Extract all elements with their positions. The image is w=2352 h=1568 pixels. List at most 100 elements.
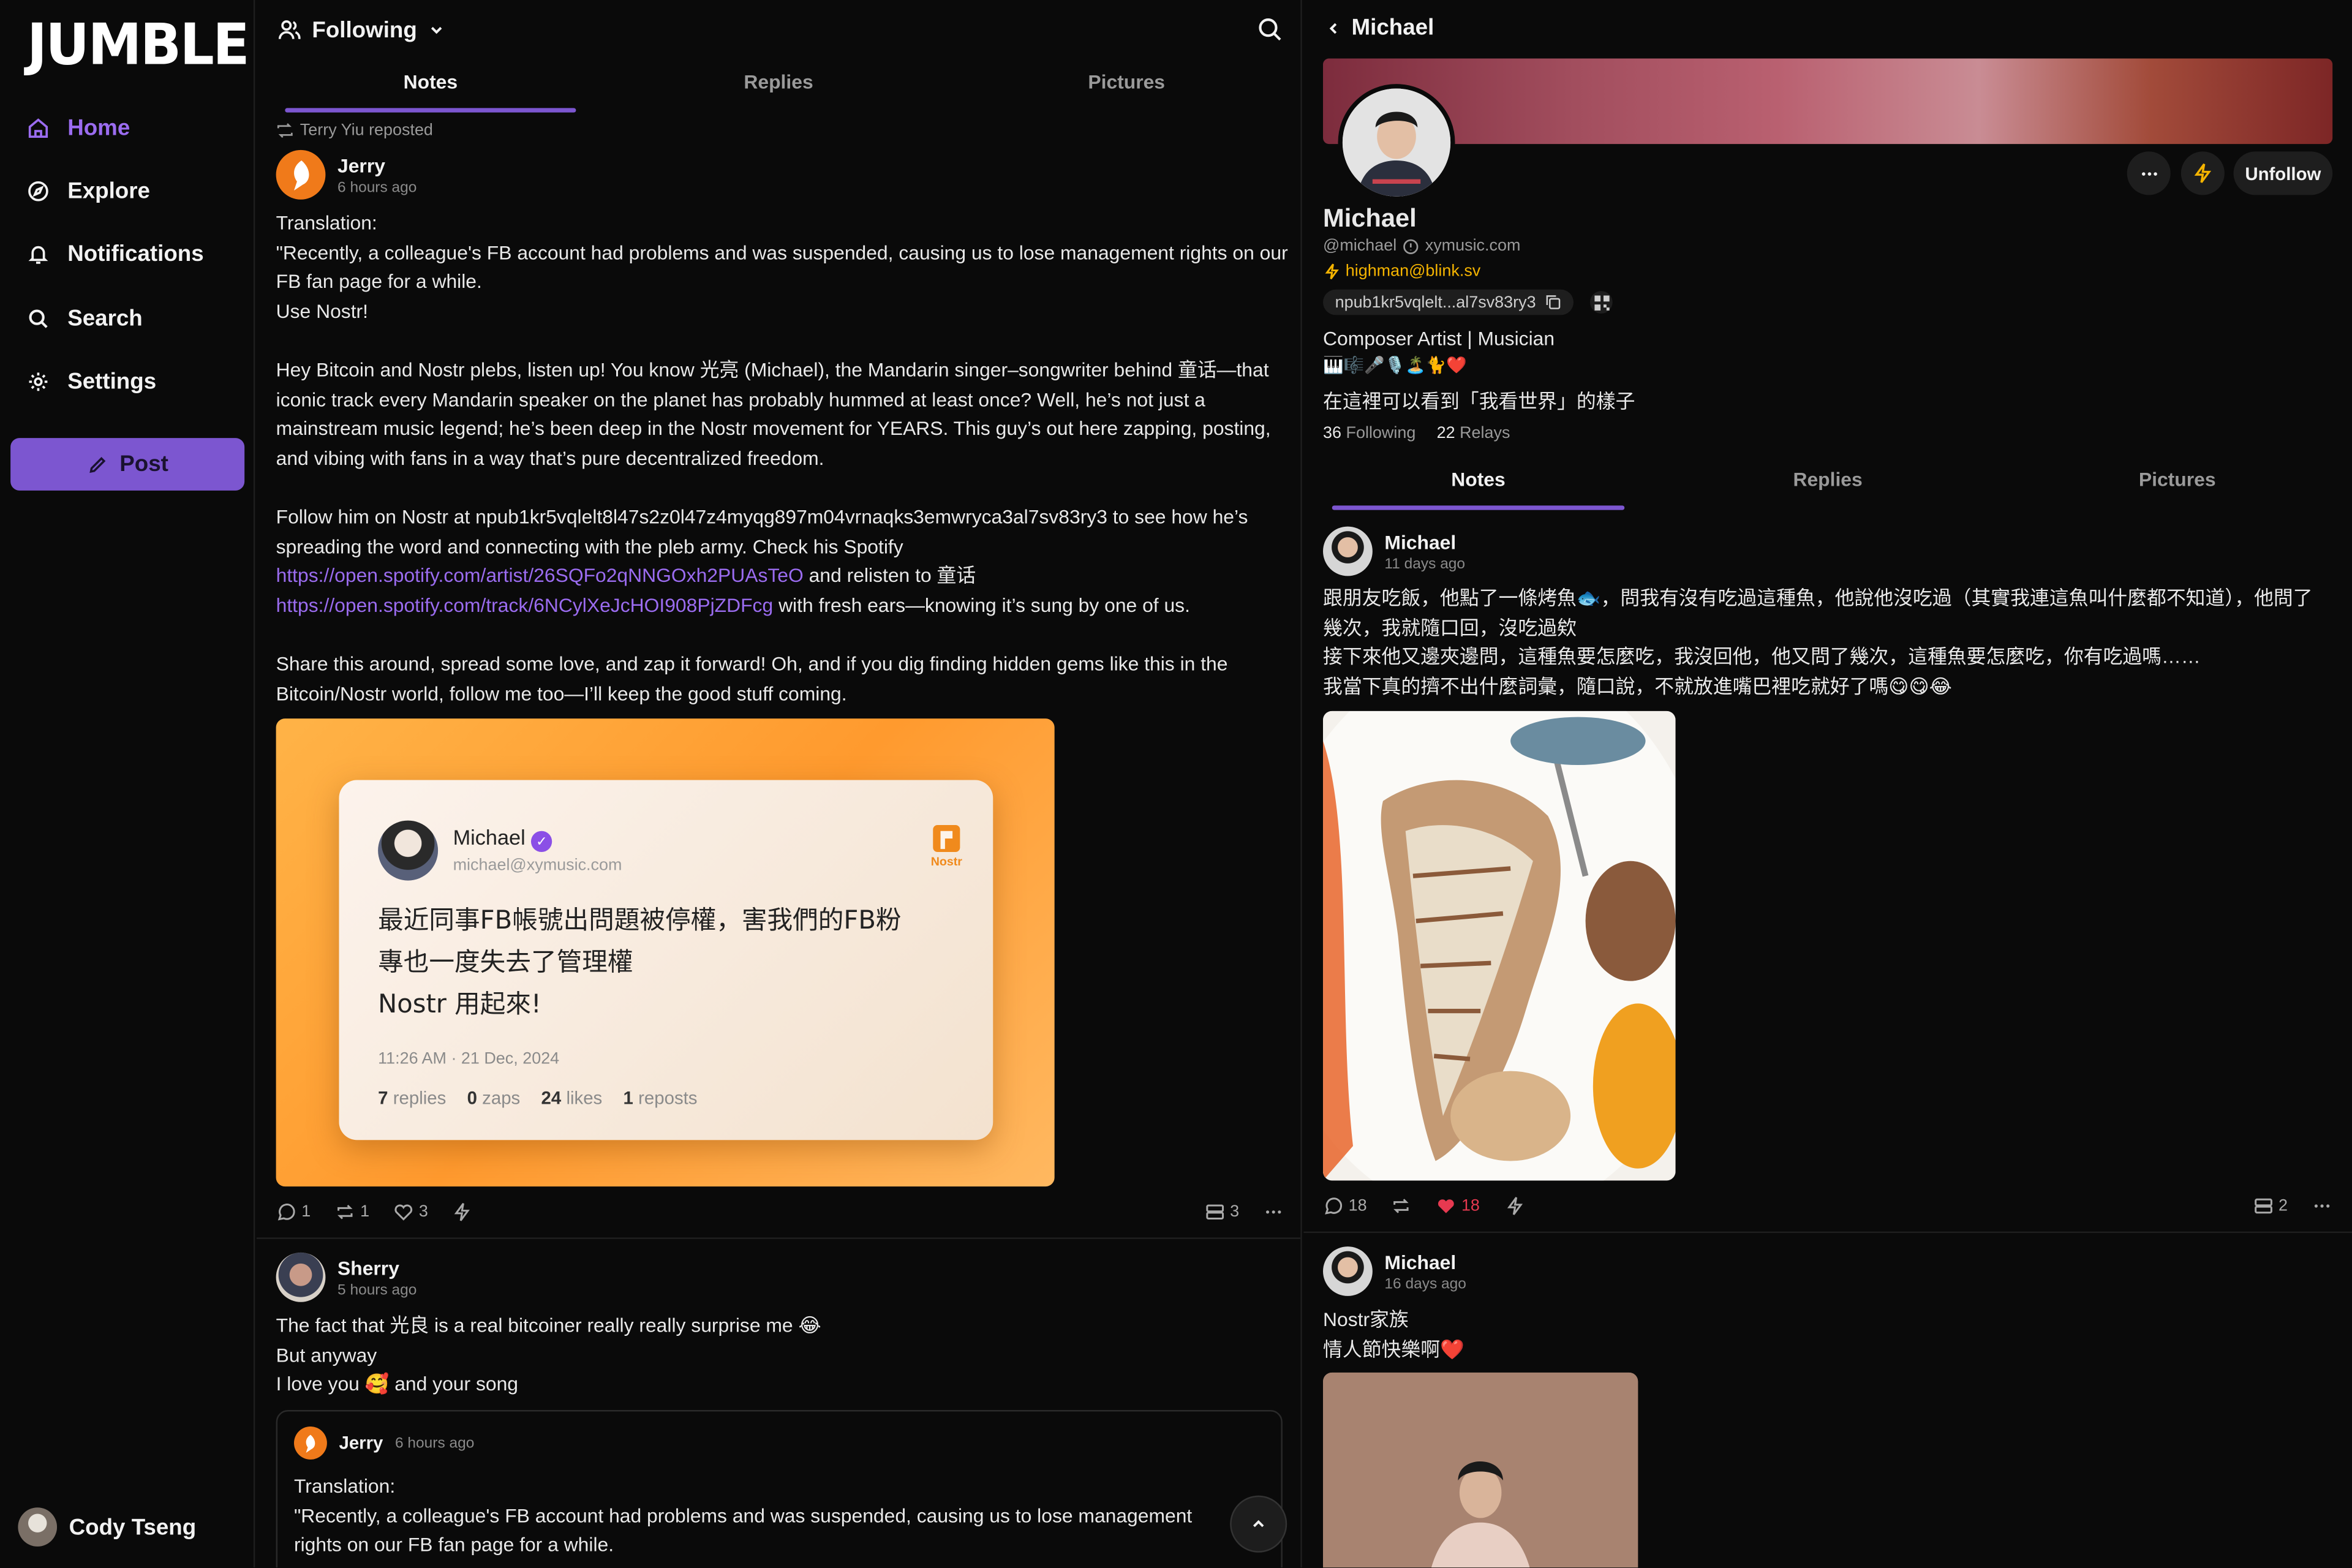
zap-icon bbox=[2194, 163, 2212, 183]
sidebar: JUMBLE Home Explore Notifications Search… bbox=[0, 0, 255, 1568]
like-count: 3 bbox=[418, 1203, 428, 1221]
more-options-button[interactable] bbox=[1263, 1202, 1284, 1223]
avatar[interactable] bbox=[1323, 1246, 1373, 1296]
repost-button[interactable] bbox=[1391, 1196, 1412, 1216]
note-image[interactable]: Michael ✓ michael@xymusic.com Nostr 最近同事… bbox=[276, 718, 1055, 1187]
note-image[interactable] bbox=[1323, 710, 1676, 1181]
note-content: 跟朋友吃飯，他點了一條烤魚🐟，問我有沒有吃過這種魚，他說他沒吃過（其實我連這魚叫… bbox=[1323, 584, 2335, 701]
sidebar-item-search[interactable]: Search bbox=[27, 295, 143, 340]
zap-icon bbox=[1506, 1197, 1522, 1215]
post-button[interactable]: Post bbox=[10, 438, 245, 491]
current-user-name: Cody Tseng bbox=[69, 1514, 197, 1540]
note-author[interactable]: Sherry bbox=[337, 1256, 417, 1279]
feed-tabs: Notes Replies Pictures bbox=[257, 59, 1301, 113]
card-text: 最近同事FB帳號出問題被停權，害我們的FB粉 專也一度失去了管理權 Nostr … bbox=[378, 906, 902, 1020]
zap-button[interactable] bbox=[1504, 1196, 1525, 1216]
more-options-button[interactable] bbox=[2312, 1196, 2332, 1216]
unfollow-button[interactable]: Unfollow bbox=[2233, 151, 2333, 195]
quoted-author[interactable]: Jerry bbox=[339, 1433, 383, 1453]
tab-replies[interactable]: Replies bbox=[605, 59, 952, 113]
relays-button[interactable]: 3 bbox=[1205, 1202, 1240, 1223]
avatar[interactable] bbox=[1323, 526, 1373, 576]
profile-zap-button[interactable] bbox=[2180, 151, 2225, 195]
sidebar-item-label: Notifications bbox=[67, 241, 204, 266]
relays-button[interactable]: 2 bbox=[2253, 1196, 2288, 1216]
server-icon bbox=[2255, 1198, 2272, 1214]
profile-avatar[interactable] bbox=[1338, 84, 1455, 202]
more-horizontal-icon bbox=[2315, 1204, 2330, 1208]
tab-replies[interactable]: Replies bbox=[1653, 456, 2003, 510]
relay-count: 3 bbox=[1230, 1203, 1240, 1221]
spotify-track-link[interactable]: https://open.spotify.com/track/6NCylXeJc… bbox=[276, 594, 774, 616]
note-actions: 18 18 bbox=[1323, 1196, 1525, 1216]
zap-icon bbox=[1325, 263, 1339, 280]
qr-code-button[interactable] bbox=[1589, 291, 1613, 314]
copy-icon[interactable] bbox=[1545, 294, 1561, 311]
profile-more-button[interactable] bbox=[2127, 151, 2171, 195]
gear-icon bbox=[29, 372, 48, 390]
feed-search-button[interactable] bbox=[1257, 17, 1283, 50]
verified-icon: ✓ bbox=[531, 831, 552, 853]
spotify-artist-link[interactable]: https://open.spotify.com/artist/26SQFo2q… bbox=[276, 564, 804, 587]
app-root: JUMBLE Home Explore Notifications Search… bbox=[0, 0, 2352, 1568]
note-text: and relisten to 童话 bbox=[809, 564, 976, 587]
avatar bbox=[294, 1426, 327, 1460]
app-logo[interactable]: JUMBLE bbox=[27, 13, 249, 78]
heart-filled-icon bbox=[1438, 1199, 1455, 1213]
feed-title: Following bbox=[312, 17, 417, 43]
bell-icon bbox=[28, 245, 48, 263]
sidebar-item-explore[interactable]: Explore bbox=[27, 168, 150, 213]
note-line: But anyway bbox=[276, 1343, 377, 1366]
back-button[interactable]: Michael bbox=[1324, 15, 1434, 40]
quoted-note[interactable]: Jerry 6 hours ago Translation: "Recently… bbox=[276, 1410, 1283, 1568]
image-screenshot-card: Michael ✓ michael@xymusic.com Nostr 最近同事… bbox=[339, 780, 993, 1140]
reply-button[interactable]: 1 bbox=[276, 1202, 311, 1223]
tab-notes[interactable]: Notes bbox=[1303, 456, 1653, 510]
tab-pictures[interactable]: Pictures bbox=[952, 59, 1300, 113]
tab-pictures[interactable]: Pictures bbox=[2002, 456, 2352, 510]
note-author[interactable]: Jerry bbox=[337, 154, 417, 176]
post-button-label: Post bbox=[119, 451, 168, 477]
reply-count: 18 bbox=[1348, 1197, 1367, 1215]
relays-stat[interactable]: 22 Relays bbox=[1437, 424, 1510, 442]
repost-button[interactable]: 1 bbox=[334, 1202, 369, 1223]
following-stat[interactable]: 36 Following bbox=[1323, 424, 1415, 442]
quoted-timestamp: 6 hours ago bbox=[395, 1434, 475, 1452]
profile-banner bbox=[1323, 58, 2333, 145]
profile-nip05[interactable]: xymusic.com bbox=[1425, 237, 1521, 255]
note-header: Michael 16 days ago bbox=[1323, 1246, 1466, 1296]
chevron-down-icon bbox=[431, 26, 442, 34]
note-paragraph: Use Nostr! bbox=[276, 300, 368, 322]
home-icon bbox=[28, 117, 48, 137]
note-author[interactable]: Michael bbox=[1384, 1250, 1466, 1273]
note-author[interactable]: Michael bbox=[1384, 530, 1465, 553]
feed-selector[interactable]: Following bbox=[257, 0, 1301, 60]
sidebar-item-notifications[interactable]: Notifications bbox=[27, 231, 204, 276]
reply-button[interactable]: 18 bbox=[1323, 1196, 1367, 1216]
like-button[interactable]: 18 bbox=[1436, 1196, 1480, 1216]
zap-button[interactable] bbox=[452, 1202, 473, 1223]
sidebar-item-settings[interactable]: Settings bbox=[27, 358, 156, 403]
sidebar-item-home[interactable]: Home bbox=[27, 105, 130, 149]
compass-icon bbox=[28, 180, 48, 201]
like-button[interactable]: 3 bbox=[393, 1202, 428, 1223]
zap-icon bbox=[454, 1202, 470, 1221]
search-icon bbox=[29, 309, 48, 328]
current-user[interactable]: Cody Tseng bbox=[18, 1507, 196, 1547]
avatar[interactable] bbox=[276, 1252, 326, 1302]
note-image[interactable] bbox=[1323, 1372, 1638, 1568]
profile-lightning[interactable]: highman@blink.sv bbox=[1323, 263, 1480, 281]
avatar[interactable] bbox=[276, 149, 326, 200]
npub-pill[interactable]: npub1kr5vqlelt...al7sv83ry3 bbox=[1323, 289, 1574, 315]
note-divider bbox=[1303, 1231, 2352, 1234]
avatar-mark-icon bbox=[293, 159, 309, 190]
repost-indicator: Terry Yiu reposted bbox=[276, 121, 433, 140]
like-count: 18 bbox=[1461, 1197, 1480, 1215]
profile-stats: 36 Following 22 Relays bbox=[1323, 424, 1510, 442]
server-icon bbox=[1206, 1204, 1224, 1220]
avatar bbox=[18, 1507, 58, 1547]
note-line: 我當下真的擠不出什麼詞彙，隨口說，不就放進嘴巴裡吃就好了嗎😋😋😂 bbox=[1323, 674, 1952, 698]
note-timestamp: 16 days ago bbox=[1384, 1275, 1466, 1292]
tab-notes[interactable]: Notes bbox=[257, 59, 605, 113]
scroll-to-top-button[interactable] bbox=[1230, 1495, 1287, 1553]
